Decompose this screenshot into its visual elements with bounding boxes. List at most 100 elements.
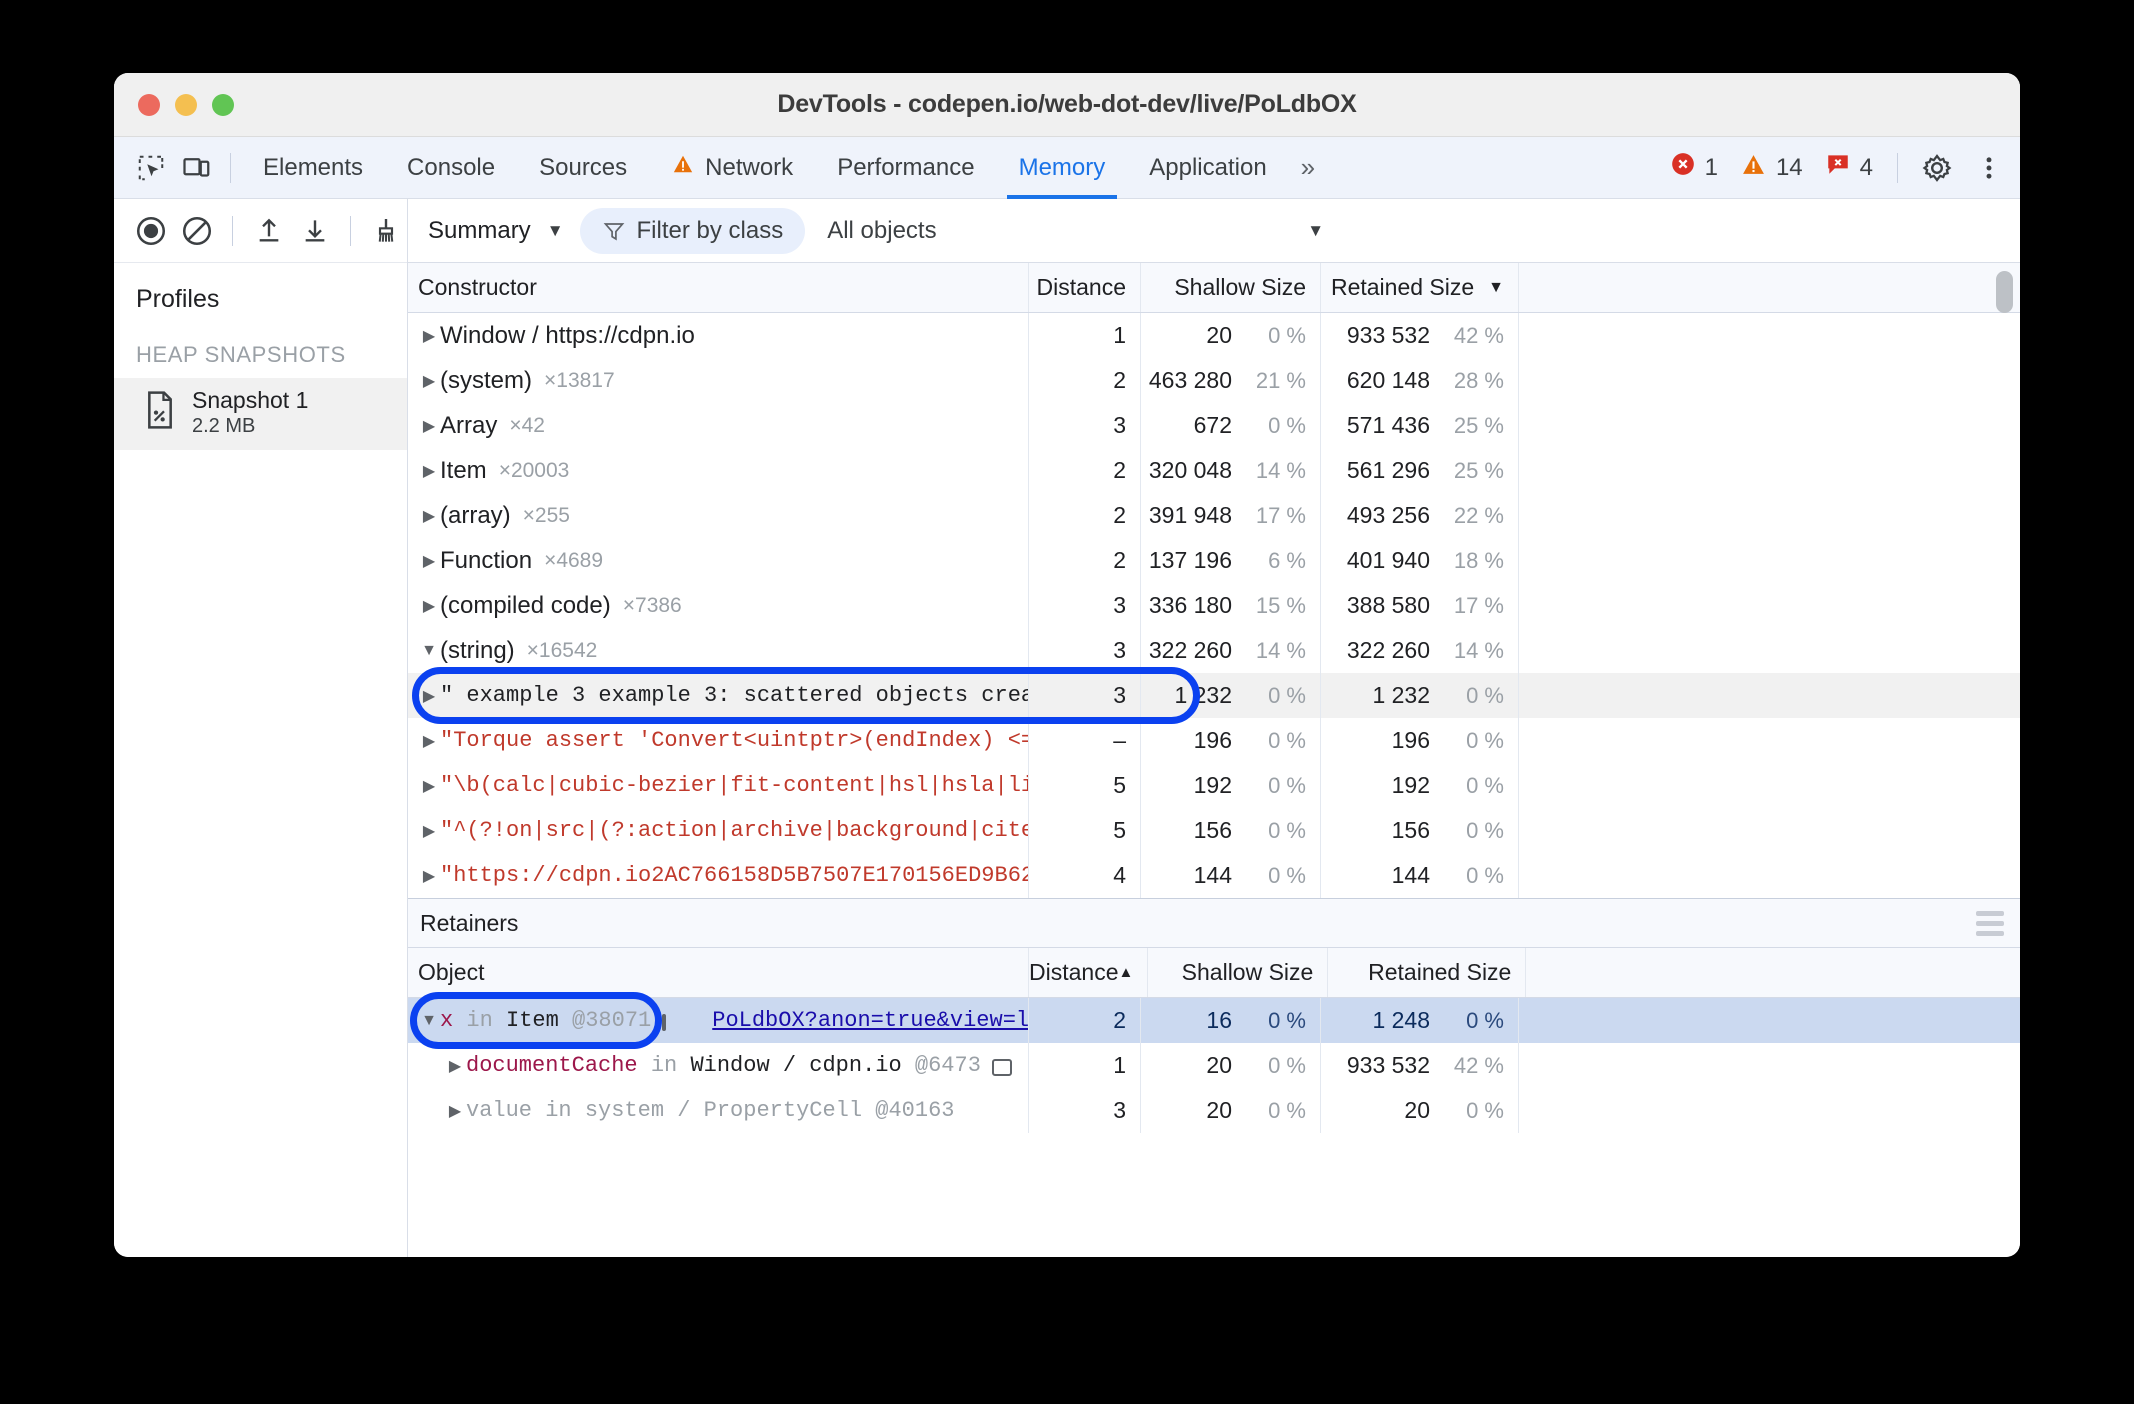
source-link[interactable]: PoLdbOX?anon=true&view=live:43 xyxy=(712,1008,1028,1033)
table-row[interactable]: ▶ (compiled code) ×7386 3 336 180 15 % 388 580… xyxy=(408,583,2020,628)
objects-filter-select[interactable]: All objects ▼ xyxy=(827,217,2020,245)
column-header-retained-size[interactable]: Retained Size ▼ xyxy=(1320,263,1518,312)
chevron-down-icon[interactable]: ▼ xyxy=(547,221,564,241)
tab-label: Console xyxy=(407,153,496,181)
instance-count: ×13817 xyxy=(544,368,615,392)
inspect-element-icon[interactable] xyxy=(128,145,174,191)
expand-triangle-closed-icon[interactable]: ▶ xyxy=(418,596,440,616)
table-row[interactable]: ▶ value in system / PropertyCell @40163 3 2… xyxy=(408,1088,2020,1133)
table-row[interactable]: ▶ documentCache in Window / cdpn.io @6473… xyxy=(408,1043,2020,1088)
table-row[interactable]: ▶ (system) ×13817 2 463 280 21 % 620 148 28 % xyxy=(408,358,2020,403)
expand-triangle-open-icon[interactable]: ▼ xyxy=(418,1012,440,1030)
distance-value: 2 xyxy=(1113,547,1126,573)
expand-triangle-closed-icon[interactable]: ▶ xyxy=(418,821,440,841)
expand-triangle-closed-icon[interactable]: ▶ xyxy=(444,1056,466,1076)
expand-triangle-closed-icon[interactable]: ▶ xyxy=(418,866,440,886)
column-header-distance[interactable]: Distance xyxy=(1028,263,1140,312)
view-mode-select[interactable]: Summary xyxy=(418,217,543,245)
row-scroll-gutter xyxy=(1518,448,2020,493)
shallow-size-value: 1 232 xyxy=(1174,682,1232,708)
distance: 4 xyxy=(1028,853,1140,898)
constructors-scrollbar-thumb[interactable] xyxy=(1996,271,2013,313)
expand-triangle-closed-icon[interactable]: ▶ xyxy=(418,686,440,706)
clear-icon[interactable] xyxy=(176,208,218,254)
tab-network[interactable]: Network xyxy=(649,137,815,199)
dom-node-badge-icon[interactable] xyxy=(991,1059,1012,1076)
heap-snapshots-section-label: HEAP SNAPSHOTS xyxy=(136,342,346,367)
gear-icon[interactable] xyxy=(1914,145,1960,191)
table-row[interactable]: ▼ (string) ×16542 3 322 260 14 % 322 260 14 % xyxy=(408,628,2020,673)
tab-memory[interactable]: Memory xyxy=(997,137,1128,199)
window-title: DevTools - codepen.io/web-dot-dev/live/P… xyxy=(777,90,1357,118)
table-row[interactable]: ▶ Array ×42 3 672 0 % 571 436 25 % xyxy=(408,403,2020,448)
shallow-size-value: 336 180 xyxy=(1148,592,1232,618)
retainer-retained-size: 933 532 42 % xyxy=(1320,1043,1518,1088)
broom-icon[interactable] xyxy=(365,208,407,254)
tab-performance[interactable]: Performance xyxy=(815,137,996,199)
more-tabs-icon[interactable]: » xyxy=(1289,152,1323,183)
retained-size-value: 1 232 xyxy=(1372,682,1430,708)
tab-elements[interactable]: Elements xyxy=(241,137,385,199)
profile-toolbar-divider-2 xyxy=(349,215,351,246)
device-toolbar-icon[interactable] xyxy=(174,145,220,191)
distance: 5 xyxy=(1028,763,1140,808)
expand-triangle-closed-icon[interactable]: ▶ xyxy=(418,416,440,436)
tab-label: Memory xyxy=(1018,153,1106,181)
column-header-object[interactable]: Object xyxy=(408,948,1028,997)
table-row[interactable]: ▶ "^(?!on|src|(?:action|archive|backgroun… xyxy=(408,808,2020,853)
table-row[interactable]: ▶ "Torque assert 'Convert<uintptr>(endInd… xyxy=(408,718,2020,763)
retained-size-percent: 25 % xyxy=(1453,457,1504,483)
column-header-shallow-size[interactable]: Shallow Size xyxy=(1140,263,1320,312)
column-header-constructor[interactable]: Constructor xyxy=(408,263,1028,312)
row-scroll-gutter xyxy=(1518,718,2020,763)
record-icon[interactable] xyxy=(130,208,172,254)
expand-triangle-closed-icon[interactable]: ▶ xyxy=(418,776,440,796)
table-row[interactable]: ▶ "\b(calc|cubic-bezier|fit-content|hsl|h… xyxy=(408,763,2020,808)
expand-triangle-closed-icon[interactable]: ▶ xyxy=(418,506,440,526)
table-row[interactable]: ▼ x in Item @38071 PoLdbOX?anon=true&view=… xyxy=(408,998,2020,1043)
hamburger-menu-icon[interactable] xyxy=(1976,910,2004,936)
snapshot-list-item[interactable]: Snapshot 1 2.2 MB xyxy=(114,378,407,450)
kebab-menu-icon[interactable] xyxy=(1966,145,2012,191)
expand-triangle-open-icon[interactable]: ▼ xyxy=(418,642,440,660)
retainer-object-cell: ▶ value in system / PropertyCell @40163 xyxy=(408,1088,1028,1133)
table-row[interactable]: ▶ Item ×20003 2 320 048 14 % 561 296 25 % xyxy=(408,448,2020,493)
tab-application[interactable]: Application xyxy=(1127,137,1288,199)
tab-console[interactable]: Console xyxy=(385,137,517,199)
retainer-object-label: documentCache in Window / cdpn.io @6473 xyxy=(466,1053,981,1078)
filter-by-class-input[interactable]: Filter by class xyxy=(579,207,806,254)
issue-badge[interactable]: 4 xyxy=(1817,151,1881,184)
row-scroll-gutter xyxy=(1518,673,2020,718)
expand-triangle-closed-icon[interactable]: ▶ xyxy=(418,461,440,481)
retainers-row-container: ▼ x in Item @38071 PoLdbOX?anon=true&view=… xyxy=(408,992,2020,1257)
constructor-cell: ▶ "https://cdpn.io2AC766158D5B7507E170156… xyxy=(408,853,1028,898)
upload-icon[interactable] xyxy=(247,208,289,254)
table-row[interactable]: ▶ Window / https://cdpn.io 1 20 0 % 933 532 42… xyxy=(408,313,2020,358)
retainer-shallow-size-percent: 0 % xyxy=(1268,1007,1306,1033)
table-row[interactable]: ▶ "https://cdpn.io2AC766158D5B7507E170156… xyxy=(408,853,2020,898)
expand-triangle-closed-icon[interactable]: ▶ xyxy=(418,551,440,571)
retainer-retained-size-percent: 42 % xyxy=(1453,1052,1504,1078)
row-scroll-gutter xyxy=(1518,853,2020,898)
column-header-retainer-retained[interactable]: Retained Size xyxy=(1327,948,1525,997)
warning-badge[interactable]: 14 xyxy=(1732,152,1811,184)
expand-triangle-closed-icon[interactable]: ▶ xyxy=(418,371,440,391)
error-badge[interactable]: 1 xyxy=(1662,151,1726,184)
expand-triangle-closed-icon[interactable]: ▶ xyxy=(444,1101,466,1121)
shallow-size: 144 0 % xyxy=(1140,853,1320,898)
constructor-name: Array xyxy=(440,411,498,439)
expand-triangle-closed-icon[interactable]: ▶ xyxy=(418,326,440,346)
table-row[interactable]: ▶ (array) ×255 2 391 948 17 % 493 256 22 % xyxy=(408,493,2020,538)
column-header-retainer-distance[interactable]: Distance ▲ xyxy=(1028,948,1147,997)
retainer-shallow-size: 20 0 % xyxy=(1140,1088,1320,1133)
download-icon[interactable] xyxy=(294,208,336,254)
shallow-size: 1 232 0 % xyxy=(1140,673,1320,718)
table-row[interactable]: ▶ Function ×4689 2 137 196 6 % 401 940 18 % xyxy=(408,538,2020,583)
column-header-retainer-shallow[interactable]: Shallow Size xyxy=(1147,948,1327,997)
table-row[interactable]: ▶ " example 3 example 3: scattered object… xyxy=(408,673,2020,718)
expand-triangle-closed-icon[interactable]: ▶ xyxy=(418,731,440,751)
tab-sources[interactable]: Sources xyxy=(517,137,649,199)
dom-node-badge-icon[interactable] xyxy=(662,1014,667,1031)
retained-size: 493 256 22 % xyxy=(1320,493,1518,538)
distance-value: 3 xyxy=(1113,592,1126,618)
